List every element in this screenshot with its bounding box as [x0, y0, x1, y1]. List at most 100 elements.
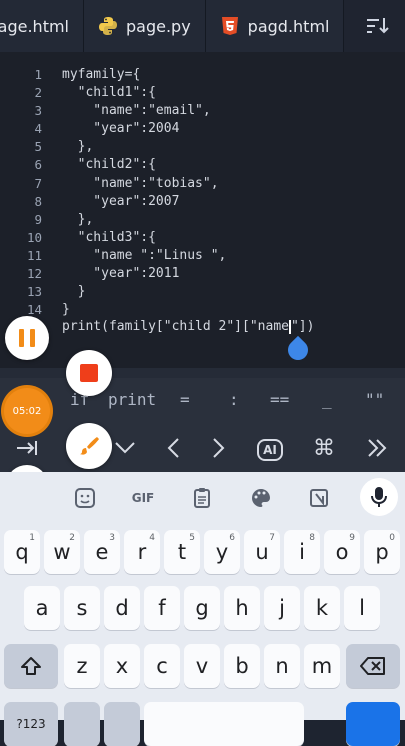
- code-line: }: [62, 284, 86, 300]
- snippet-bar: if print = : == _ "": [0, 378, 405, 424]
- key-j[interactable]: j: [264, 586, 300, 630]
- tab-label: pagd.html: [247, 16, 330, 36]
- line-number: 7: [34, 175, 42, 191]
- tab-page-html[interactable]: page.html: [0, 0, 84, 52]
- key-q[interactable]: q1: [4, 530, 40, 574]
- comma-key[interactable]: [64, 702, 100, 746]
- backspace-icon: [360, 657, 385, 675]
- stop-recording-button[interactable]: [66, 350, 112, 396]
- gif-button[interactable]: GIF: [128, 484, 158, 512]
- key-h[interactable]: h: [224, 586, 260, 630]
- space-key[interactable]: [144, 702, 304, 746]
- tab-page-py[interactable]: page.py: [84, 0, 206, 52]
- translate-icon[interactable]: [304, 484, 334, 512]
- code-line: "year":2007: [62, 193, 180, 209]
- line-number: 9: [34, 211, 42, 227]
- code-line: myfamily={: [62, 67, 141, 82]
- key-p[interactable]: p0: [364, 530, 400, 574]
- mic-button[interactable]: [360, 478, 398, 516]
- key-l[interactable]: l: [344, 586, 380, 630]
- pause-icon: [19, 329, 24, 347]
- key-m[interactable]: m: [304, 644, 340, 688]
- tab-key-icon[interactable]: [14, 434, 40, 462]
- recording-timer[interactable]: 05:02: [4, 388, 50, 434]
- ai-button[interactable]: AI: [257, 439, 283, 461]
- key-z[interactable]: z: [64, 644, 100, 688]
- snippet-underscore[interactable]: _: [322, 390, 332, 409]
- code-line-active: print(family["child 2"]["name "]): [62, 318, 314, 336]
- code-line: "child2":{: [62, 157, 156, 173]
- key-f[interactable]: f: [144, 586, 180, 630]
- code-line: "name ":"Linus ",: [62, 247, 227, 263]
- snippet-equals[interactable]: =: [180, 390, 190, 409]
- snippet-quotes[interactable]: "": [365, 390, 384, 409]
- key-v[interactable]: v: [184, 644, 220, 688]
- line-number: 2: [34, 85, 42, 101]
- line-number: 3: [34, 103, 42, 119]
- key-n[interactable]: n: [264, 644, 300, 688]
- line-number: 10: [26, 229, 42, 245]
- double-chevron-right-icon[interactable]: [364, 434, 390, 462]
- apps-icon[interactable]: [10, 484, 40, 512]
- key-b[interactable]: b: [224, 644, 260, 688]
- key-k[interactable]: k: [304, 586, 340, 630]
- code-line-tail: "]): [290, 319, 315, 334]
- chevron-left-icon[interactable]: [160, 434, 186, 462]
- code-line: },: [62, 211, 94, 227]
- sort-icon[interactable]: [351, 0, 405, 52]
- code-line-text: print(family["child 2"]["name: [62, 319, 289, 334]
- command-icon[interactable]: ⌘: [311, 434, 337, 462]
- brush-icon: [80, 437, 99, 455]
- code-editor[interactable]: 1 2 3 4 5 6 7 8 9 10 11 12 13 14 myfamil…: [0, 52, 405, 388]
- clipboard-icon[interactable]: [187, 484, 217, 512]
- tab-pagd-html[interactable]: pagd.html: [205, 0, 345, 52]
- key-d[interactable]: d: [104, 586, 140, 630]
- key-e[interactable]: e3: [84, 530, 120, 574]
- code-line: "name":"email",: [62, 103, 211, 119]
- key-s[interactable]: s: [64, 586, 100, 630]
- line-number-gutter: 1 2 3 4 5 6 7 8 9 10 11 12 13 14: [0, 66, 42, 319]
- palette-icon[interactable]: [246, 484, 276, 512]
- soft-keyboard: GIF q1 w2 e3 r4 t5 y6 u7 i8 o9 p0 a s d …: [0, 472, 405, 746]
- chevron-down-icon[interactable]: [112, 434, 138, 462]
- code-lines: myfamily={ "child1":{ "name":"email", "y…: [62, 66, 226, 319]
- html5-icon: [220, 16, 240, 36]
- pause-recording-button[interactable]: [5, 316, 49, 360]
- chevron-right-icon[interactable]: [206, 434, 232, 462]
- key-o[interactable]: o9: [324, 530, 360, 574]
- code-line: "year":2011: [62, 266, 180, 282]
- line-number: 8: [34, 193, 42, 209]
- key-w[interactable]: w2: [44, 530, 80, 574]
- key-g[interactable]: g: [184, 586, 220, 630]
- code-line: }: [62, 302, 70, 318]
- key-x[interactable]: x: [104, 644, 140, 688]
- tab-label: page.html: [0, 16, 69, 36]
- editor-nav-bar: AI ⌘: [0, 424, 405, 472]
- key-a[interactable]: a: [24, 586, 60, 630]
- key-i[interactable]: i8: [284, 530, 320, 574]
- draw-brush-button[interactable]: [66, 423, 112, 469]
- snippet-print[interactable]: print: [108, 390, 156, 409]
- tab-bar: page.html page.py pagd.html: [0, 0, 405, 52]
- snippet-double-equals[interactable]: ==: [270, 390, 289, 409]
- microphone-icon: [371, 487, 387, 507]
- line-number: 6: [34, 157, 42, 173]
- key-y[interactable]: y6: [204, 530, 240, 574]
- key-t[interactable]: t5: [164, 530, 200, 574]
- code-line: "child1":{: [62, 85, 156, 101]
- code-line: "name":"tobias",: [62, 175, 219, 191]
- key-r[interactable]: r4: [124, 530, 160, 574]
- code-line: "year":2004: [62, 121, 180, 137]
- line-number: 4: [34, 121, 42, 137]
- key-c[interactable]: c: [144, 644, 180, 688]
- symbols-key[interactable]: ?123: [4, 702, 58, 746]
- sticker-icon[interactable]: [70, 484, 100, 512]
- shift-key[interactable]: [4, 644, 58, 688]
- line-number: 12: [26, 266, 42, 282]
- key-u[interactable]: u7: [244, 530, 280, 574]
- shift-icon: [21, 657, 41, 675]
- enter-key[interactable]: [346, 702, 400, 746]
- backspace-key[interactable]: [346, 644, 400, 688]
- emoji-key[interactable]: [104, 702, 140, 746]
- snippet-colon[interactable]: :: [229, 390, 239, 409]
